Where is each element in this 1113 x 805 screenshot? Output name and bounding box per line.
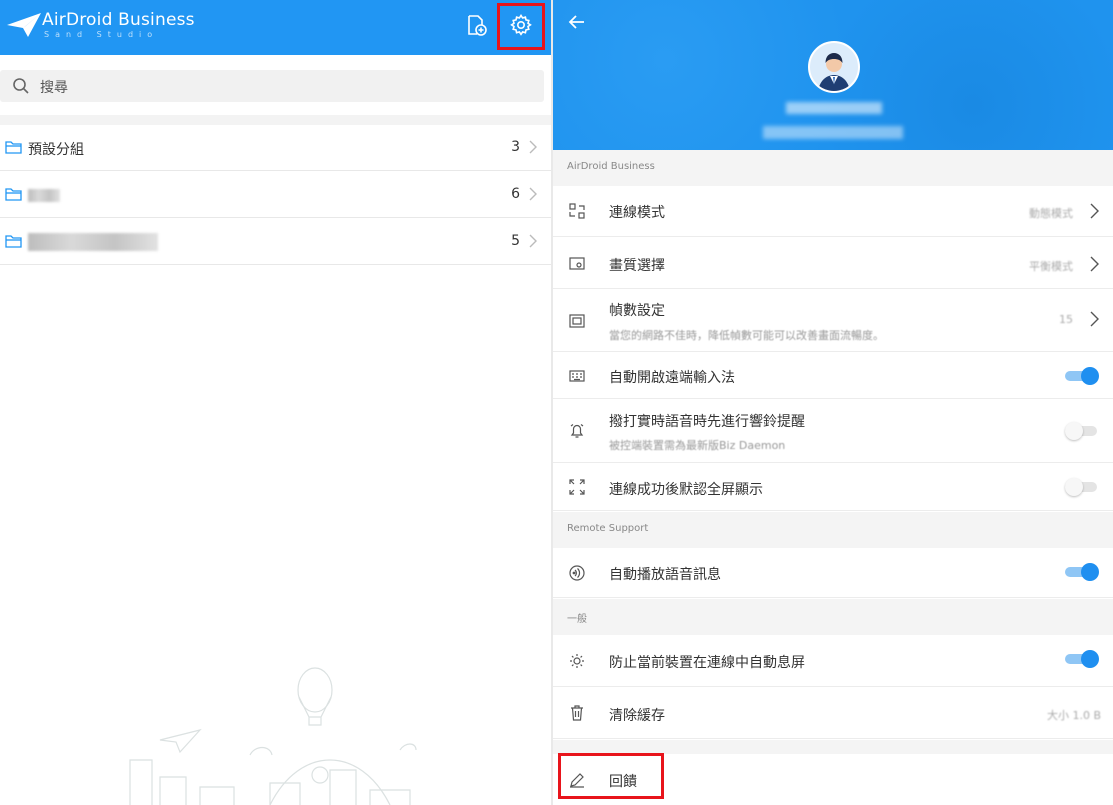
sun-icon (568, 652, 586, 670)
setting-value: 動態模式 (1029, 207, 1073, 220)
setting-label: 清除緩存 (609, 708, 665, 724)
chevron-right-icon (1090, 311, 1099, 327)
trash-icon (568, 704, 586, 722)
airdroid-logo-icon (7, 13, 41, 37)
redacted-user-id (763, 126, 903, 139)
setting-keep-awake[interactable]: 防止當前裝置在連線中自動息屏 (553, 635, 1113, 687)
folder-icon (5, 188, 22, 201)
setting-label: 連線成功後默認全屏顯示 (609, 482, 763, 498)
connection-mode-icon (568, 202, 586, 220)
auto-voice-toggle[interactable] (1065, 563, 1099, 581)
back-arrow-icon[interactable] (567, 12, 587, 32)
setting-auto-voice[interactable]: 自動播放語音訊息 (553, 548, 1113, 598)
setting-fps[interactable]: 幀數設定 當您的網路不佳時，降低幀數可能可以改善畫面流暢度。 15 (553, 290, 1113, 352)
chevron-right-icon (529, 140, 537, 154)
setting-label: 幀數設定 (609, 303, 665, 319)
top-bar: AirDroid Business Sand Studio (0, 0, 551, 55)
section-title: AirDroid Business (567, 161, 655, 172)
folder-icon (5, 141, 22, 154)
fullscreen-toggle[interactable] (1065, 478, 1099, 496)
setting-label: 自動開啟遠端輸入法 (609, 370, 735, 386)
brand-subtitle: Sand Studio (44, 30, 159, 39)
setting-clear-cache[interactable]: 清除緩存 大小 1.0 B (553, 688, 1113, 739)
setting-label: 自動播放語音訊息 (609, 567, 721, 583)
chevron-right-icon (1090, 203, 1099, 219)
section-header-airdroid: AirDroid Business (553, 150, 1113, 186)
setting-label: 連線模式 (609, 205, 665, 221)
setting-fullscreen[interactable]: 連線成功後默認全屏顯示 (553, 464, 1113, 511)
keyboard-icon (568, 367, 586, 385)
avatar[interactable] (808, 41, 860, 93)
add-device-button[interactable] (461, 10, 491, 40)
setting-label: 防止當前裝置在連線中自動息屏 (609, 655, 805, 671)
redacted-user-name (786, 102, 882, 114)
section-header-remote-support: Remote Support (553, 512, 1113, 548)
chevron-right-icon (529, 187, 537, 201)
chevron-right-icon (529, 234, 537, 248)
section-title: Remote Support (567, 523, 649, 534)
voice-message-icon (568, 564, 586, 582)
list-separator (0, 115, 551, 125)
bell-icon (568, 422, 586, 440)
search-placeholder: 搜尋 (40, 80, 68, 96)
feedback-highlight-box (558, 753, 664, 799)
search-input[interactable]: 搜尋 (0, 70, 544, 102)
settings-pane: AirDroid Business 連線模式 動態模式 畫質選擇 平衡模式 幀數… (553, 0, 1113, 805)
group-count: 3 (511, 139, 520, 155)
ring-alert-toggle[interactable] (1065, 422, 1099, 440)
group-count: 5 (511, 233, 520, 249)
device-list-pane: AirDroid Business Sand Studio 搜尋 預設分組 3 … (0, 0, 551, 805)
setting-ring-alert[interactable]: 撥打實時語音時先進行響鈴提醒 被控端裝置需為最新版Biz Daemon (553, 400, 1113, 463)
group-count: 6 (511, 186, 520, 202)
group-row-2[interactable]: 6 (0, 172, 551, 218)
group-name: 預設分組 (28, 142, 84, 158)
setting-quality[interactable]: 畫質選擇 平衡模式 (553, 238, 1113, 289)
fps-icon (568, 312, 586, 330)
app-window: AirDroid Business Sand Studio 搜尋 預設分組 3 … (0, 0, 1113, 805)
setting-value: 15 (1059, 313, 1073, 326)
fullscreen-icon (568, 478, 586, 496)
group-row-default[interactable]: 預設分組 3 (0, 125, 551, 171)
redacted-group-name (28, 233, 158, 251)
setting-description: 被控端裝置需為最新版Biz Daemon (609, 439, 786, 452)
search-icon (13, 78, 29, 94)
chevron-right-icon (1090, 256, 1099, 272)
empty-state-illustration (129, 667, 417, 805)
user-avatar-icon (810, 43, 858, 91)
redacted-group-name (28, 189, 60, 202)
setting-value: 平衡模式 (1029, 260, 1073, 273)
setting-connection-mode[interactable]: 連線模式 動態模式 (553, 186, 1113, 237)
quality-icon (568, 255, 586, 273)
setting-label: 畫質選擇 (609, 258, 665, 274)
auto-ime-toggle[interactable] (1065, 367, 1099, 385)
section-header-general: 一般 (553, 599, 1113, 635)
add-device-icon (468, 15, 487, 36)
setting-description: 當您的網路不佳時，降低幀數可能可以改善畫面流暢度。 (609, 329, 884, 342)
setting-auto-ime[interactable]: 自動開啟遠端輸入法 (553, 353, 1113, 399)
section-spacer (553, 740, 1113, 754)
profile-header (553, 0, 1113, 150)
keep-awake-toggle[interactable] (1065, 650, 1099, 668)
section-title: 一般 (567, 614, 587, 625)
cache-size-value: 大小 1.0 B (1046, 709, 1101, 722)
folder-icon (5, 235, 22, 248)
settings-highlight-box (497, 3, 545, 50)
brand-name: AirDroid Business (42, 10, 195, 30)
group-row-3[interactable]: 5 (0, 219, 551, 265)
setting-label: 撥打實時語音時先進行響鈴提醒 (609, 414, 805, 430)
